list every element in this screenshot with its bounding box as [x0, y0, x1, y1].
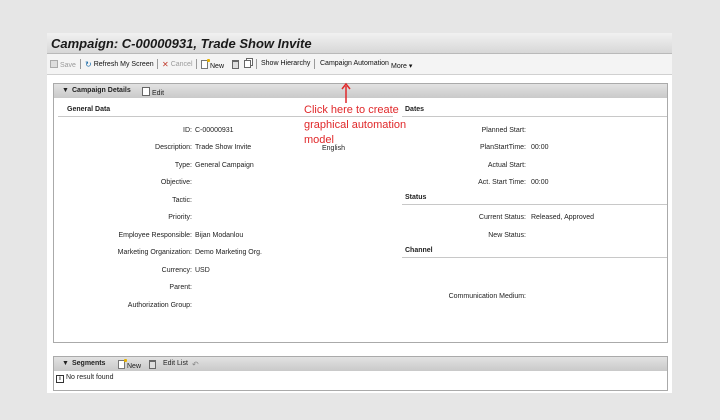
annotation-text: Click here to create graphical automatio… [304, 104, 407, 146]
trash-icon [149, 360, 156, 369]
campaign-window: Campaign: C-00000931, Trade Show Invite … [47, 33, 672, 393]
parent-label: Parent: [169, 284, 192, 291]
more-menu[interactable]: More ▾ [391, 62, 412, 70]
new-button[interactable]: New [201, 59, 225, 70]
currency-label: Currency: [161, 267, 192, 274]
toolbar-separator [314, 59, 315, 69]
new-label: New [210, 63, 225, 70]
save-icon [50, 60, 58, 68]
segments-new-label: New [127, 363, 142, 370]
toolbar: Save ↻ Refresh My Screen ✕ Cancel New Show… [47, 54, 672, 75]
collapse-triangle-icon[interactable]: ▼ [62, 360, 69, 367]
toolbar-separator [196, 59, 197, 69]
refresh-button[interactable]: ↻ Refresh My Screen [85, 60, 154, 69]
employee-responsible-label: Employee Responsible: [118, 232, 192, 239]
id-label: ID: [183, 127, 192, 134]
current-status-label: Current Status: [478, 214, 526, 221]
refresh-icon: ↻ [85, 60, 92, 69]
new-status-label: New Status: [488, 232, 526, 239]
status-divider [402, 204, 667, 205]
copy-button[interactable] [244, 60, 253, 69]
currency-value[interactable]: USD [195, 267, 210, 274]
delete-button[interactable] [232, 60, 241, 70]
employee-responsible-value[interactable]: Bijan Modanlou [195, 232, 243, 239]
current-status-value: Released, Approved [531, 214, 595, 221]
copy-icon [244, 60, 251, 68]
channel-heading: Channel [405, 247, 433, 254]
new-document-icon [118, 359, 127, 369]
edit-label: Edit [152, 90, 165, 97]
segments-new-button[interactable]: New [118, 359, 142, 370]
marketing-org-label: Marketing Organization: [117, 249, 192, 256]
marketing-org-value[interactable]: Demo Marketing Org. [195, 249, 262, 256]
cancel-icon: ✕ [162, 60, 169, 69]
campaign-automation-button[interactable]: Campaign Automation [320, 60, 389, 67]
edit-button[interactable]: Edit [142, 87, 164, 97]
type-label: Type: [174, 162, 192, 169]
plan-start-time-value[interactable]: 00:00 [531, 144, 549, 151]
undo-icon: ↶ [192, 360, 199, 369]
communication-medium-label: Communication Medium: [448, 293, 526, 300]
priority-label: Priority: [168, 214, 192, 221]
title-bar: Campaign: C-00000931, Trade Show Invite [47, 33, 672, 54]
plan-start-time-label: PlanStartTime: [479, 144, 526, 151]
dates-divider [402, 116, 667, 117]
segments-edit-list-button[interactable]: Edit List [163, 360, 188, 367]
objective-label: Objective: [160, 179, 192, 186]
save-button[interactable]: Save [50, 60, 76, 69]
segments-header: ▼ Segments New Edit List ↶ [53, 356, 668, 372]
status-heading: Status [405, 194, 427, 201]
toolbar-separator [80, 59, 81, 69]
trash-icon [232, 60, 239, 69]
save-label: Save [60, 62, 76, 69]
more-label: More [391, 63, 407, 70]
type-value: General Campaign [195, 162, 254, 169]
authorization-group-label: Authorization Group: [127, 302, 192, 309]
no-result-text: No result found [66, 374, 114, 381]
actual-start-label: Actual Start: [487, 162, 526, 169]
undo-button[interactable]: ↶ [192, 360, 201, 369]
chevron-down-icon: ▾ [406, 63, 413, 70]
toolbar-separator [157, 59, 158, 69]
refresh-label: Refresh My Screen [93, 61, 154, 68]
annotation-arrow [341, 82, 351, 103]
no-result-message: i No result found [56, 374, 113, 383]
id-value: C-00000931 [195, 127, 234, 134]
act-start-time-value[interactable]: 00:00 [531, 179, 549, 186]
description-label: Description: [155, 144, 192, 151]
info-icon: i [56, 375, 64, 383]
collapse-triangle-icon[interactable]: ▼ [62, 87, 69, 94]
segments-title[interactable]: Segments [72, 360, 105, 367]
act-start-time-label: Act. Start Time: [478, 179, 526, 186]
page-title: Campaign: C-00000931, Trade Show Invite [51, 36, 312, 51]
new-document-icon [201, 59, 210, 69]
cancel-label: Cancel [170, 61, 193, 68]
tactic-label: Tactic: [172, 197, 192, 204]
segments-delete-button[interactable] [149, 360, 158, 370]
channel-divider [402, 257, 667, 258]
toolbar-separator [256, 59, 257, 69]
description-value: Trade Show Invite [195, 144, 252, 151]
campaign-details-header: ▼ Campaign Details Edit [53, 83, 668, 99]
show-hierarchy-button[interactable]: Show Hierarchy [261, 60, 310, 67]
general-data-heading: General Data [67, 106, 111, 113]
segments-body: i No result found [53, 371, 668, 391]
planned-start-label: Planned Start: [481, 127, 526, 134]
cancel-button[interactable]: ✕ Cancel [162, 60, 193, 69]
edit-icon [142, 87, 150, 96]
campaign-details-title[interactable]: Campaign Details [72, 87, 131, 94]
